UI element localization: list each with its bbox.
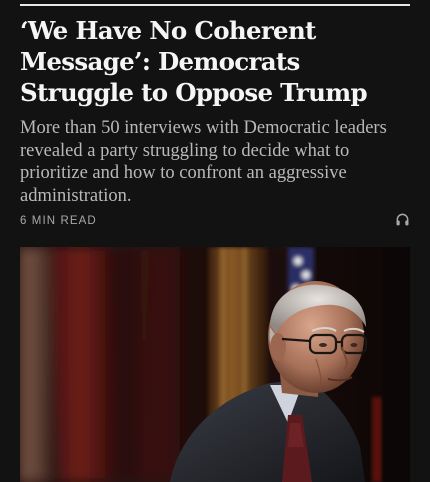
article-summary[interactable]: More than 50 interviews with Democratic … [20,117,412,207]
top-divider [20,4,410,6]
article-photo[interactable] [20,247,410,482]
listen-button[interactable] [394,212,410,232]
headphones-icon [395,212,410,232]
article-headline[interactable]: ‘We Have No Coherent Message’: Democrats… [20,15,412,108]
article-meta: 6 MIN READ [20,212,410,232]
read-time-label: 6 MIN READ [20,215,97,227]
